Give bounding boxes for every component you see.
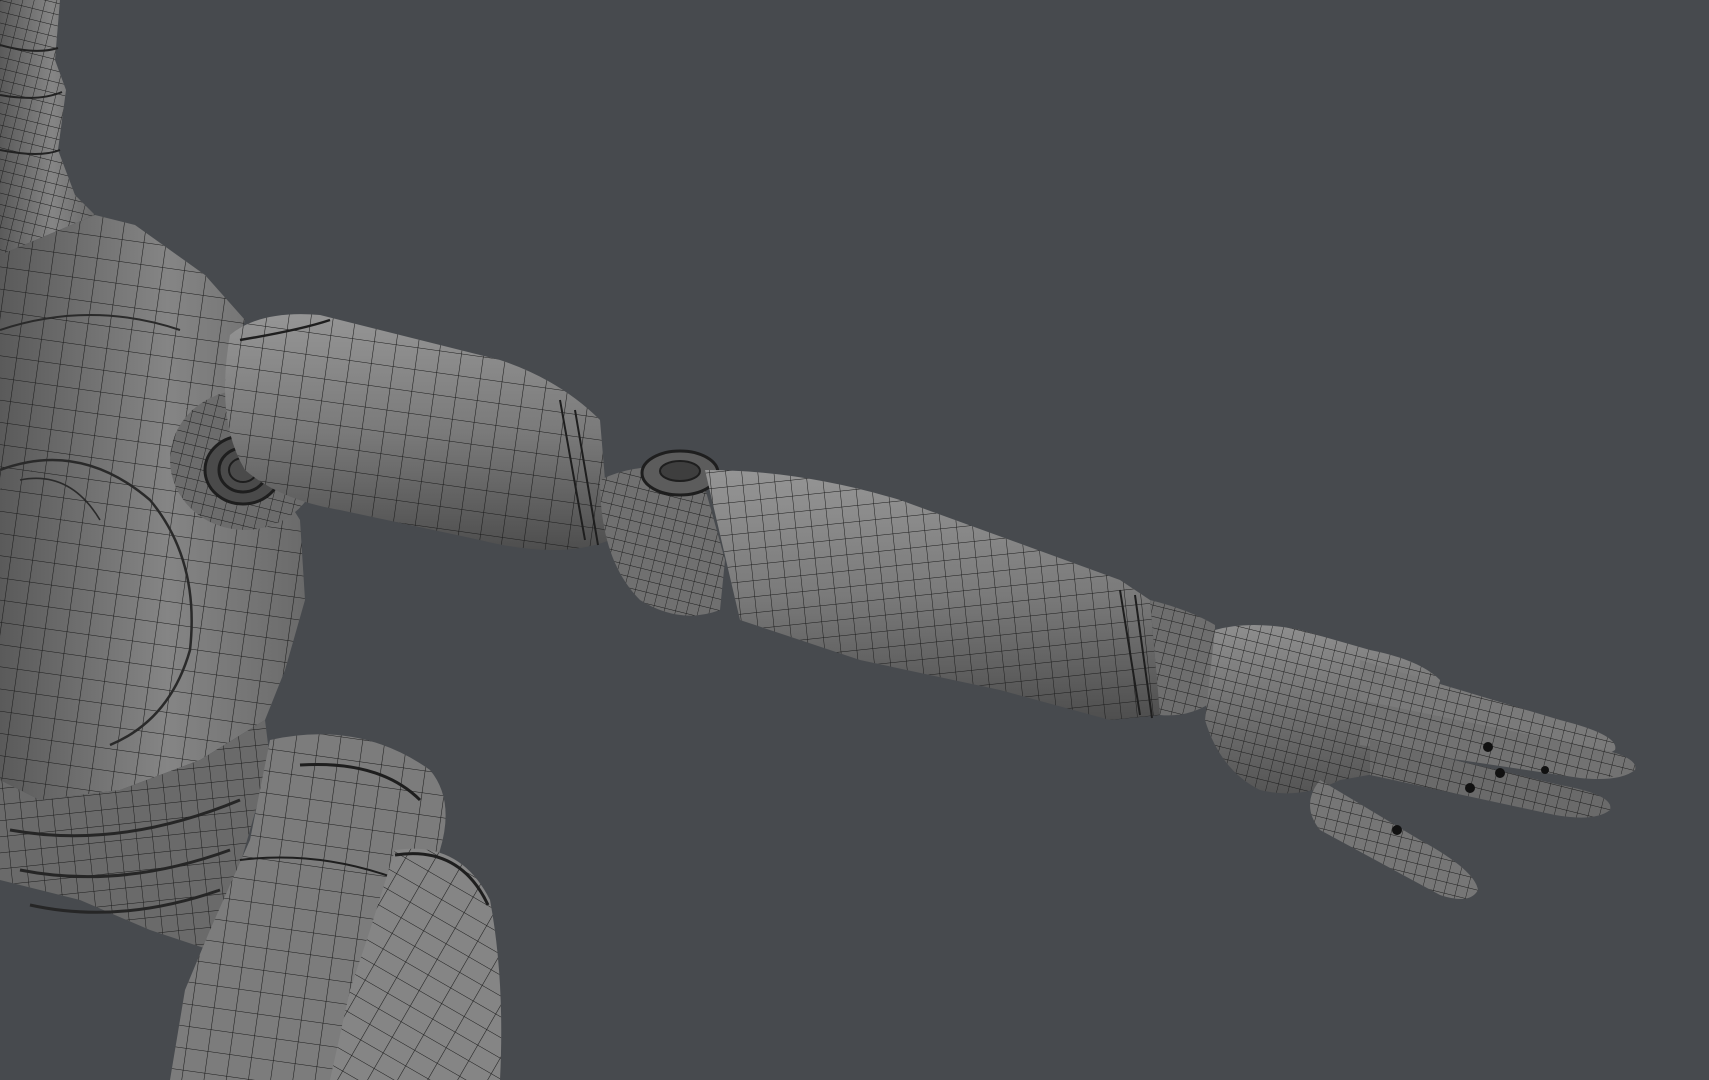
wrist-mesh[interactable]	[1150, 600, 1215, 716]
neck-mesh[interactable]	[0, 0, 95, 255]
thumb-mesh[interactable]	[1310, 780, 1478, 899]
elbow-joint-mesh[interactable]	[600, 449, 725, 616]
3d-viewport[interactable]	[0, 0, 1709, 1080]
forearm-mesh[interactable]	[705, 470, 1160, 720]
wireframe-render[interactable]	[0, 0, 1709, 1080]
